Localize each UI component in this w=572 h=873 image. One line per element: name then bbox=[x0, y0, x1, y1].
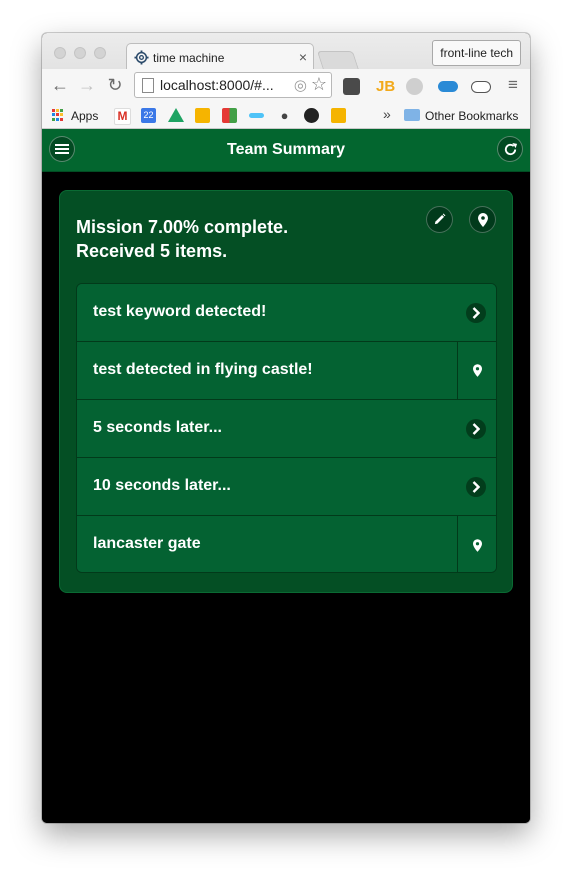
refresh-icon bbox=[504, 142, 517, 155]
main-content: Mission 7.00% complete. Received 5 items… bbox=[42, 172, 530, 823]
bookmark-other[interactable]: Other Bookmarks bbox=[425, 109, 518, 123]
map-pin-icon bbox=[477, 212, 488, 227]
bookmark-disc-icon[interactable] bbox=[249, 113, 264, 118]
back-arrow-icon[interactable]: ← bbox=[50, 75, 70, 95]
list-item-label: test keyword detected! bbox=[93, 303, 267, 320]
profile-button[interactable]: front-line tech bbox=[432, 40, 521, 66]
browser-toolbar: ← → ↻ localhost:8000/#... ◎ ☆ JB ≡ bbox=[42, 69, 530, 102]
pocket-icon[interactable] bbox=[343, 78, 360, 95]
received-items-list: test keyword detected! test detected in … bbox=[76, 283, 497, 573]
summary-card: Mission 7.00% complete. Received 5 items… bbox=[59, 190, 513, 593]
chevron-right-icon[interactable] bbox=[466, 303, 486, 323]
new-tab-button[interactable] bbox=[316, 51, 360, 70]
page-title: Team Summary bbox=[227, 141, 345, 158]
bookmarks-overflow-icon[interactable]: » bbox=[383, 106, 391, 122]
edit-button[interactable] bbox=[426, 206, 453, 233]
bookmark-star-icon[interactable]: ☆ bbox=[311, 74, 327, 95]
list-item-label: 5 seconds later... bbox=[93, 419, 222, 436]
pencil-icon bbox=[434, 213, 446, 225]
list-item[interactable]: test detected in flying castle! bbox=[77, 342, 496, 400]
cloud-outline-icon[interactable] bbox=[471, 81, 491, 93]
mission-progress-text: Mission 7.00% complete. bbox=[76, 217, 289, 237]
gmail-icon[interactable]: M bbox=[114, 108, 131, 125]
list-item[interactable]: 10 seconds later... bbox=[77, 458, 496, 516]
map-pin-icon[interactable] bbox=[457, 516, 496, 572]
list-item[interactable]: 5 seconds later... bbox=[77, 400, 496, 458]
list-item[interactable]: lancaster gate bbox=[77, 516, 496, 572]
gear-icon bbox=[134, 50, 149, 65]
menu-icon[interactable]: ≡ bbox=[503, 75, 523, 95]
close-window-button[interactable] bbox=[54, 47, 66, 59]
cloud-blue-icon[interactable] bbox=[438, 81, 458, 92]
package-icon[interactable] bbox=[331, 108, 346, 123]
address-url: localhost:8000/#... bbox=[160, 77, 274, 93]
drive-icon[interactable] bbox=[168, 108, 184, 122]
sheets-grid-icon[interactable] bbox=[222, 108, 237, 123]
forward-arrow-icon[interactable]: → bbox=[77, 75, 97, 95]
app-header: Team Summary bbox=[42, 129, 530, 172]
map-pin-icon[interactable] bbox=[457, 342, 496, 399]
list-item[interactable]: test keyword detected! bbox=[77, 284, 496, 342]
list-item-label: 10 seconds later... bbox=[93, 477, 231, 494]
title-bar: time machine × front-line tech bbox=[42, 33, 530, 71]
bookmark-apps[interactable]: Apps bbox=[71, 109, 98, 123]
browser-tab[interactable]: time machine × bbox=[126, 43, 314, 71]
address-bar[interactable]: localhost:8000/#... ◎ ☆ bbox=[134, 72, 332, 98]
chevron-right-icon[interactable] bbox=[466, 419, 486, 439]
page-icon bbox=[142, 78, 154, 93]
location-icon[interactable]: ◎ bbox=[294, 76, 307, 94]
extension-circle-icon[interactable] bbox=[406, 78, 423, 95]
browser-window: time machine × front-line tech ← → ↻ loc… bbox=[42, 33, 530, 823]
reload-icon[interactable]: ↻ bbox=[105, 75, 125, 95]
tab-close-icon[interactable]: × bbox=[299, 49, 307, 65]
folder-icon bbox=[404, 109, 420, 121]
items-received-text: Received 5 items. bbox=[76, 241, 228, 261]
calendar-icon[interactable]: 22 bbox=[141, 108, 156, 123]
apple-icon[interactable]: ● bbox=[277, 108, 292, 123]
location-button[interactable] bbox=[469, 206, 496, 233]
github-icon[interactable] bbox=[304, 108, 319, 123]
keep-icon[interactable] bbox=[195, 108, 210, 123]
mission-summary: Mission 7.00% complete. Received 5 items… bbox=[76, 215, 288, 263]
tab-title: time machine bbox=[153, 51, 225, 65]
chevron-right-icon[interactable] bbox=[466, 477, 486, 497]
bookmarks-bar: Apps M 22 ● » Other Bookmarks bbox=[42, 102, 530, 129]
apps-grid-icon[interactable] bbox=[52, 109, 64, 121]
refresh-button[interactable] bbox=[497, 136, 523, 162]
list-item-label: test detected in flying castle! bbox=[93, 361, 313, 378]
zoom-window-button[interactable] bbox=[94, 47, 106, 59]
list-item-label: lancaster gate bbox=[93, 535, 201, 552]
jetbrains-icon[interactable]: JB bbox=[376, 78, 395, 95]
minimize-window-button[interactable] bbox=[74, 47, 86, 59]
